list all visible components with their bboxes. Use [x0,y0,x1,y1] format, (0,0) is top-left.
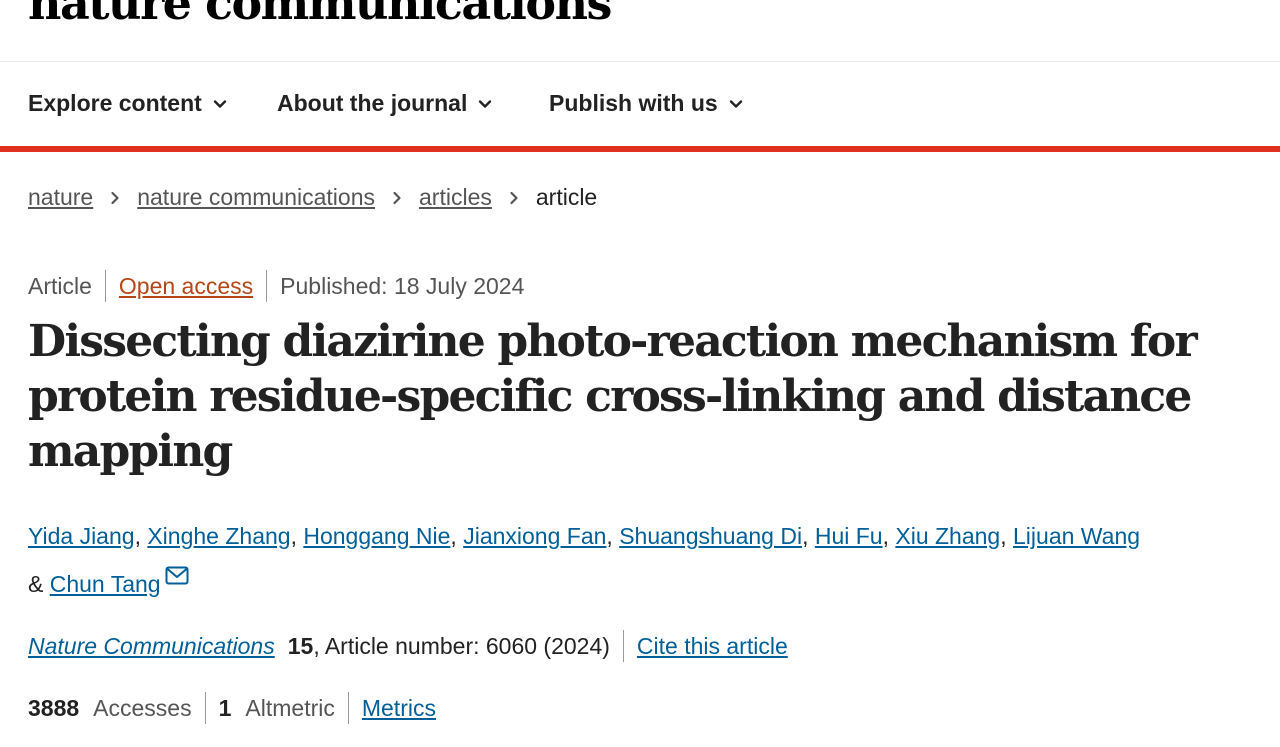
nav-explore-content[interactable]: Explore content [28,90,228,117]
nav-label: About the journal [277,90,468,116]
nav-label: Explore content [28,90,202,116]
main-nav: Explore content About the journal Publis… [0,62,1280,152]
mail-icon[interactable] [165,566,189,586]
author-separator: , [606,523,620,549]
author-separator: , [1000,523,1014,549]
breadcrumb-articles[interactable]: articles [419,184,492,211]
author-link[interactable]: Yida Jiang [28,523,135,549]
author-separator: , [450,523,464,549]
nav-label: Publish with us [549,90,718,116]
article-title: Dissecting diazirine photo-reaction mech… [28,316,1198,477]
masthead: nature communications [0,0,1280,62]
nav-about-journal[interactable]: About the journal [277,90,493,117]
author-separator: , [802,523,815,549]
author-list: Yida Jiang, Xinghe Zhang, Honggang Nie, … [28,512,1228,608]
chevron-right-icon [510,191,518,204]
metrics-bar: 3888 Accesses 1 Altmetric Metrics [28,692,436,724]
chevron-down-icon [729,99,742,108]
author-separator: , [882,523,896,549]
author-separator: , [290,523,304,549]
published-date: Published: 18 July 2024 [280,272,525,299]
author-link[interactable]: Jianxiong Fan [463,523,606,549]
article-meta: Article Open access Published: 18 July 2… [28,270,524,302]
author-ampersand: & [28,571,50,597]
citation-line: Nature Communications 15 , Article numbe… [28,630,788,662]
breadcrumb-nature-communications[interactable]: nature communications [137,184,375,211]
article-type: Article [28,272,92,299]
chevron-down-icon [213,99,227,108]
chevron-right-icon [393,191,401,204]
divider [266,270,268,302]
author-link[interactable]: Shuangshuang Di [619,523,802,549]
accesses-label: Accesses [93,694,192,721]
breadcrumb-nature[interactable]: nature [28,184,93,211]
divider [204,692,206,724]
author-link[interactable]: Xiu Zhang [895,523,1000,549]
article-number: , Article number: 6060 (2024) [313,632,610,659]
altmetric-label: Altmetric [245,694,335,721]
divider [622,630,624,662]
cite-article-link[interactable]: Cite this article [637,633,788,660]
breadcrumb-current: article [535,184,598,210]
accesses-count: 3888 [28,694,80,721]
divider [104,270,106,302]
breadcrumb: nature nature communications articles ar… [28,184,597,211]
nav-publish-with-us[interactable]: Publish with us [549,90,744,117]
journal-logo[interactable]: nature communications [28,0,612,26]
divider [347,692,349,724]
author-link[interactable]: Hui Fu [815,523,883,549]
journal-link[interactable]: Nature Communications [28,633,275,660]
author-link[interactable]: Chun Tang [50,571,161,597]
volume: 15 [287,632,314,659]
author-link[interactable]: Lijuan Wang [1013,523,1140,549]
metrics-link[interactable]: Metrics [362,695,436,722]
author-link[interactable]: Xinghe Zhang [147,523,290,549]
chevron-down-icon [479,99,492,108]
altmetric-score: 1 [218,694,232,721]
author-separator: , [134,523,148,549]
author-link[interactable]: Honggang Nie [303,523,450,549]
chevron-right-icon [111,191,119,204]
open-access-link[interactable]: Open access [119,273,253,300]
